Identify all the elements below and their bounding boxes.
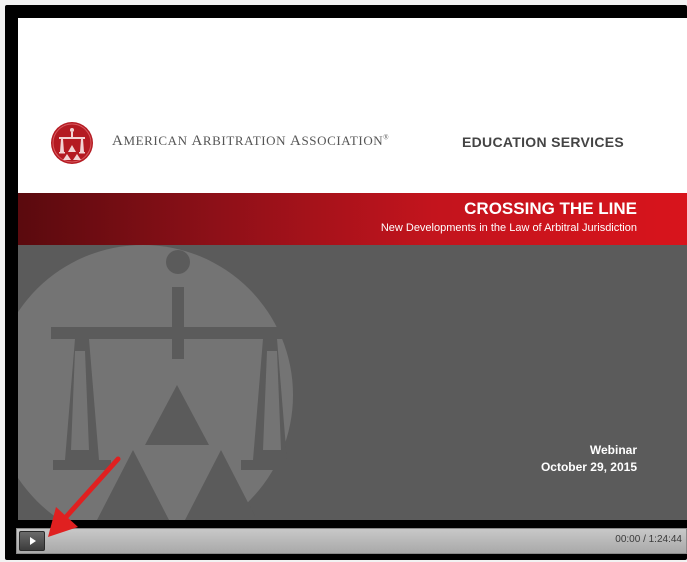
organization-name-part: A bbox=[191, 133, 203, 149]
division-label: EDUCATION SERVICES bbox=[462, 134, 625, 150]
slide-header: AMERICAN ARBITRATION ASSOCIATION® EDUCAT… bbox=[18, 18, 687, 193]
event-type-label: Webinar bbox=[589, 443, 637, 457]
time-display: 00:00 / 1:24:44 bbox=[615, 534, 682, 545]
event-date-label: October 29, 2015 bbox=[540, 460, 637, 474]
play-icon bbox=[30, 537, 36, 545]
organization-name-part: A bbox=[112, 133, 124, 149]
registered-mark: ® bbox=[383, 133, 390, 142]
organization-name-part: A bbox=[290, 133, 302, 149]
slide-title: CROSSING THE LINE bbox=[464, 199, 637, 218]
organization-name: AMERICAN ARBITRATION ASSOCIATION® bbox=[112, 133, 389, 150]
organization-name-part: MERICAN bbox=[123, 133, 192, 148]
organization-name-part: SSOCIATION bbox=[301, 133, 384, 148]
aaa-logo-icon bbox=[51, 122, 93, 164]
video-player: AMERICAN ARBITRATION ASSOCIATION® EDUCAT… bbox=[0, 0, 687, 562]
organization-name-part: RBITRATION bbox=[202, 133, 291, 148]
slide-subtitle: New Developments in the Law of Arbitral … bbox=[380, 222, 637, 234]
video-frame-slide[interactable]: AMERICAN ARBITRATION ASSOCIATION® EDUCAT… bbox=[18, 18, 687, 520]
title-banner: CROSSING THE LINE New Developments in th… bbox=[18, 193, 687, 245]
red-arrow-icon bbox=[48, 456, 121, 537]
seek-bar[interactable] bbox=[51, 531, 591, 551]
